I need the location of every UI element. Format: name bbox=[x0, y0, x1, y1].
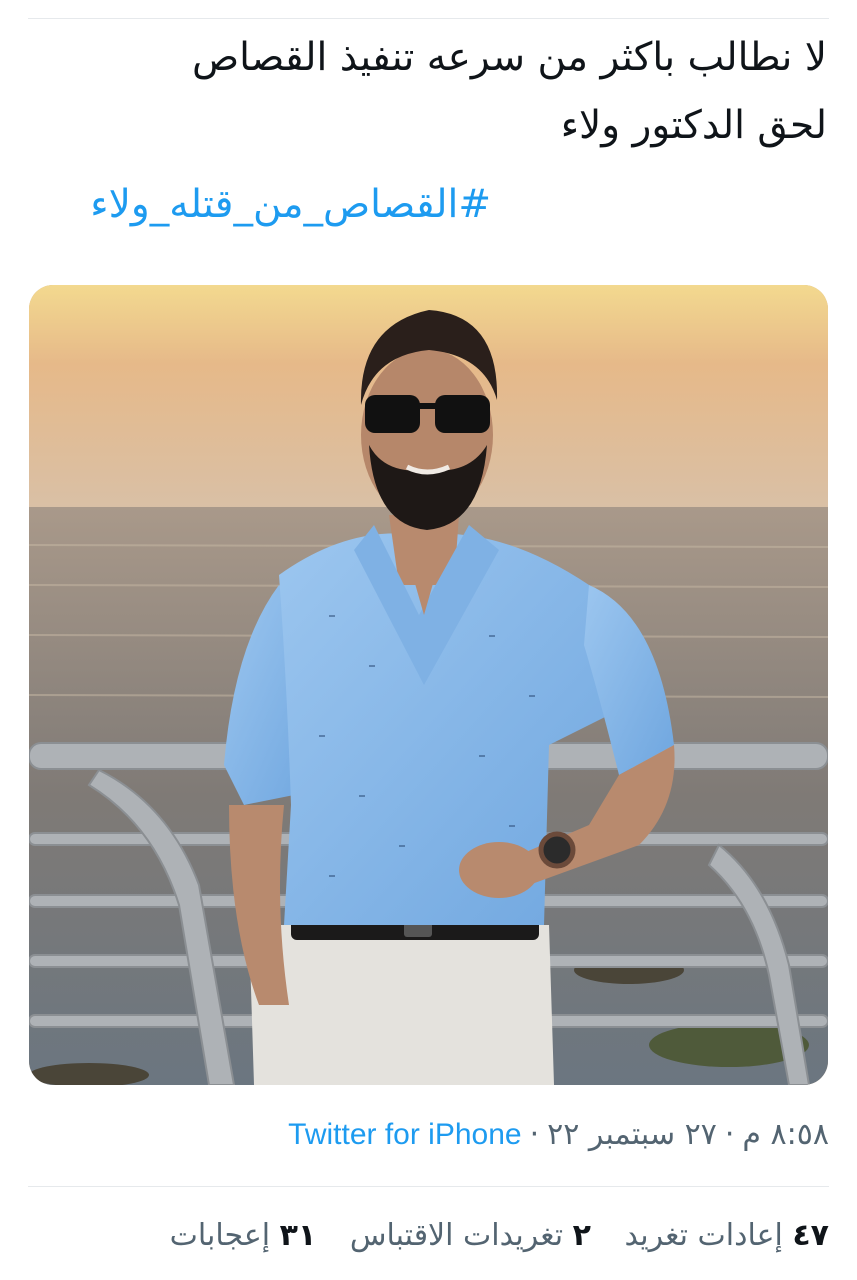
likes-label: إعجابات bbox=[169, 1218, 271, 1253]
top-divider bbox=[28, 18, 829, 19]
stats-divider bbox=[28, 1186, 829, 1187]
photo-illustration bbox=[29, 285, 828, 1085]
tweet-text-line-2: لحق الدكتور ولاء bbox=[560, 103, 827, 148]
tweet-text: لا نطالب باكثر من سرعه تنفيذ القصاص لحق … bbox=[28, 24, 827, 160]
tweet-time: ٨:٥٨ م bbox=[742, 1117, 829, 1152]
tweet-text-line-1: لا نطالب باكثر من سرعه تنفيذ القصاص bbox=[192, 35, 827, 80]
meta-separator: · bbox=[529, 1117, 540, 1152]
tweet-stats: ٤٧ إعادات تغريد ٢ تغريدات الاقتباس ٣١ إع… bbox=[146, 1213, 829, 1259]
tweet-metadata: ٨:٥٨ م·٢٧ سبتمبر ٢٢·Twitter for iPhone bbox=[288, 1112, 829, 1158]
likes-count: ٣١ bbox=[279, 1218, 317, 1253]
retweets-stat[interactable]: ٤٧ إعادات تغريد bbox=[625, 1218, 830, 1253]
quote-tweets-label: تغريدات الاقتباس bbox=[349, 1218, 564, 1253]
retweets-label: إعادات تغريد bbox=[624, 1218, 783, 1253]
quote-tweets-count: ٢ bbox=[572, 1218, 591, 1253]
retweets-count: ٤٧ bbox=[792, 1218, 829, 1253]
hashtag-link[interactable]: #القصاص_من_قتله_ولاء bbox=[90, 176, 491, 234]
tweet-source-link[interactable]: Twitter for iPhone bbox=[288, 1118, 521, 1151]
tweet-date: ٢٧ سبتمبر ٢٢ bbox=[547, 1117, 717, 1152]
likes-stat[interactable]: ٣١ إعجابات bbox=[170, 1218, 317, 1253]
quote-tweets-stat[interactable]: ٢ تغريدات الاقتباس bbox=[350, 1218, 591, 1253]
meta-separator: · bbox=[724, 1117, 735, 1152]
tweet-photo[interactable] bbox=[29, 285, 828, 1085]
